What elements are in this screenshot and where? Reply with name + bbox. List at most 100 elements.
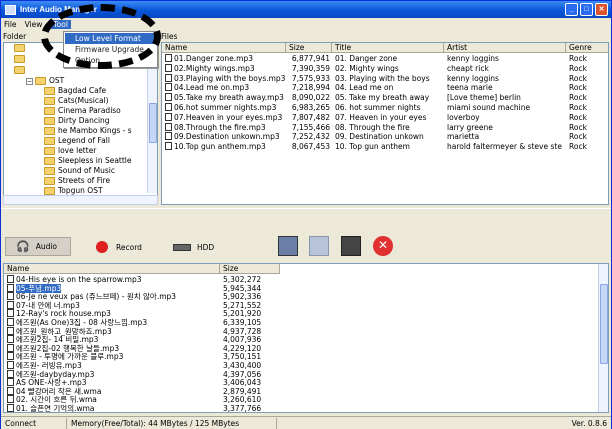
pc-file-row[interactable]: 04.Lead me on.mp3 7,218,994 04. Lead me on… <box>162 83 608 93</box>
file-name: 09.Destination unkown.mp3 <box>174 132 280 142</box>
file-size: 8,067,453 <box>291 142 330 152</box>
pc-file-row[interactable]: 09.Destination unkown.mp3 7,252,432 09. De… <box>162 132 608 142</box>
folder-icon <box>44 107 55 115</box>
file-name: 06.hot summer nights.mp3 <box>174 103 277 112</box>
hdd-icon <box>173 243 191 251</box>
col-genre[interactable]: Genre <box>566 43 608 53</box>
tree-item[interactable] <box>14 43 28 53</box>
app-window: Inter Audio Manager _ □ ✕ File View Tool… <box>0 0 612 429</box>
folder-icon <box>14 55 25 63</box>
hdd-mode-button[interactable]: HDD <box>173 239 214 255</box>
device-table-header: Name Size <box>4 264 280 274</box>
file-size: 7,575,933 <box>291 73 330 83</box>
file-size: 3,377,766 <box>223 404 262 413</box>
file-size: 7,155,466 <box>291 122 330 132</box>
tree-item[interactable]: Dirty Dancing <box>44 116 110 126</box>
file-title: 10. Top gun anthem <box>335 142 410 152</box>
tree-item[interactable]: Sleepless in Seattle <box>44 156 132 166</box>
audio-file-icon <box>7 343 14 352</box>
tree-item[interactable] <box>14 54 28 64</box>
tree-item[interactable]: Streets of Fire <box>44 176 110 186</box>
device-vertical-scrollbar[interactable] <box>598 264 608 412</box>
app-icon <box>5 4 16 15</box>
tree-item[interactable]: Sound of Music <box>44 166 115 176</box>
file-name: 01.Danger zone.mp3 <box>174 54 254 63</box>
audio-file-icon <box>165 103 172 111</box>
audio-file-icon <box>7 395 14 404</box>
transfer-to-pc-icon[interactable] <box>309 236 329 256</box>
tree-item[interactable]: love letter <box>44 146 96 156</box>
audio-file-icon <box>7 352 14 361</box>
tree-horizontal-scrollbar[interactable] <box>3 195 158 205</box>
file-genre: Rock <box>569 103 587 112</box>
pc-file-row[interactable]: 08.Through the fire.mp3 7,155,466 08. Thro… <box>162 122 608 133</box>
file-genre: Rock <box>569 54 587 63</box>
file-name: 10.Top gun anthem.mp3 <box>174 142 266 152</box>
tree-item-ost[interactable]: − OST <box>26 76 64 86</box>
tree-item[interactable]: Bagdad Cafe <box>44 86 106 96</box>
file-genre: Rock <box>569 93 587 103</box>
file-name: 05.Take my breath away.mp3 <box>174 93 284 103</box>
device-file-table[interactable]: Name Size 04-His eye is on the sparrow.m… <box>3 263 609 413</box>
file-artist: teena marie <box>447 83 493 93</box>
tree-item[interactable]: he Mambo Kings - s <box>44 126 132 136</box>
file-title: 01. Danger zone <box>335 54 398 63</box>
file-artist: miami sound machine <box>447 103 531 112</box>
folder-icon <box>44 97 55 105</box>
pc-file-row[interactable]: 10.Top gun anthem.mp3 8,067,453 10. Top gu… <box>162 142 608 152</box>
folder-icon <box>44 137 55 145</box>
minimize-button[interactable]: _ <box>565 3 578 16</box>
file-title: 07. Heaven in your eyes <box>335 112 427 122</box>
pc-file-row[interactable]: 01.Danger zone.mp3 6,877,941 01. Danger zo… <box>162 54 608 64</box>
file-title: 03. Playing with the boys <box>335 73 430 83</box>
pc-file-row[interactable]: 02.Mighty wings.mp3 7,390,359 02. Mighty w… <box>162 63 608 74</box>
file-title: 09. Destination unkown <box>335 132 424 142</box>
scroll-thumb[interactable] <box>149 103 157 143</box>
pc-file-row[interactable]: 07.Heaven in your eyes.mp3 7,807,482 07. H… <box>162 112 608 123</box>
col-artist[interactable]: Artist <box>444 43 566 53</box>
close-button[interactable]: ✕ <box>595 3 608 16</box>
record-mode-button[interactable]: Record <box>96 239 142 255</box>
tree-item[interactable]: Legend of Fall <box>44 136 110 146</box>
maximize-button[interactable]: □ <box>580 3 593 16</box>
file-name: 01. 슬픈연 기억의.wma <box>16 404 95 413</box>
pc-file-table[interactable]: Name Size Title Artist Genre 01.Danger z… <box>161 42 609 205</box>
file-name: 04.Lead me on.mp3 <box>174 83 250 93</box>
file-artist: loverboy <box>447 112 480 122</box>
file-name: 08.Through the fire.mp3 <box>174 122 266 132</box>
audio-mode-button[interactable]: 🎧 Audio <box>5 237 71 256</box>
file-artist: larry greene <box>447 122 493 132</box>
delete-icon[interactable] <box>341 236 361 256</box>
pc-file-row[interactable]: 03.Playing with the boys.mp3 7,575,933 03.… <box>162 73 608 84</box>
col-name[interactable]: Name <box>162 43 286 53</box>
folder-icon <box>44 87 55 95</box>
col-title[interactable]: Title <box>332 43 444 53</box>
menu-view[interactable]: View <box>25 20 43 29</box>
file-genre: Rock <box>569 73 587 83</box>
col-size[interactable]: Size <box>286 43 332 53</box>
audio-file-icon <box>165 83 172 92</box>
file-artist: kenny loggins <box>447 73 499 83</box>
pc-file-row[interactable]: 05.Take my breath away.mp3 8,090,022 05. T… <box>162 93 608 103</box>
pc-file-row[interactable]: 06.hot summer nights.mp3 6,983,265 06. hot… <box>162 103 608 113</box>
transfer-to-device-icon[interactable] <box>278 236 298 256</box>
file-artist: [Love theme] berlin <box>447 93 521 103</box>
tree-item[interactable]: Cinema Paradiso <box>44 106 121 116</box>
file-name: 07.Heaven in your eyes.mp3 <box>174 112 283 122</box>
scroll-thumb[interactable] <box>600 284 608 364</box>
tree-item[interactable]: Cats(Musical) <box>44 96 109 106</box>
col-name[interactable]: Name <box>4 264 220 274</box>
audio-file-icon <box>7 300 14 309</box>
cancel-icon[interactable]: ✕ <box>373 236 393 256</box>
window-controls: _ □ ✕ <box>565 3 608 16</box>
audio-file-icon <box>165 54 172 62</box>
folder-label: Folder <box>3 32 27 41</box>
menu-file[interactable]: File <box>4 20 17 29</box>
tree-item[interactable] <box>14 65 28 75</box>
audio-file-icon <box>7 369 14 378</box>
col-size[interactable]: Size <box>220 264 280 274</box>
folder-icon <box>44 147 55 155</box>
device-file-row[interactable]: 01. 슬픈연 기억의.wma 3,377,766 <box>4 404 280 413</box>
collapse-icon[interactable]: − <box>26 77 33 85</box>
audio-file-icon <box>165 132 172 141</box>
